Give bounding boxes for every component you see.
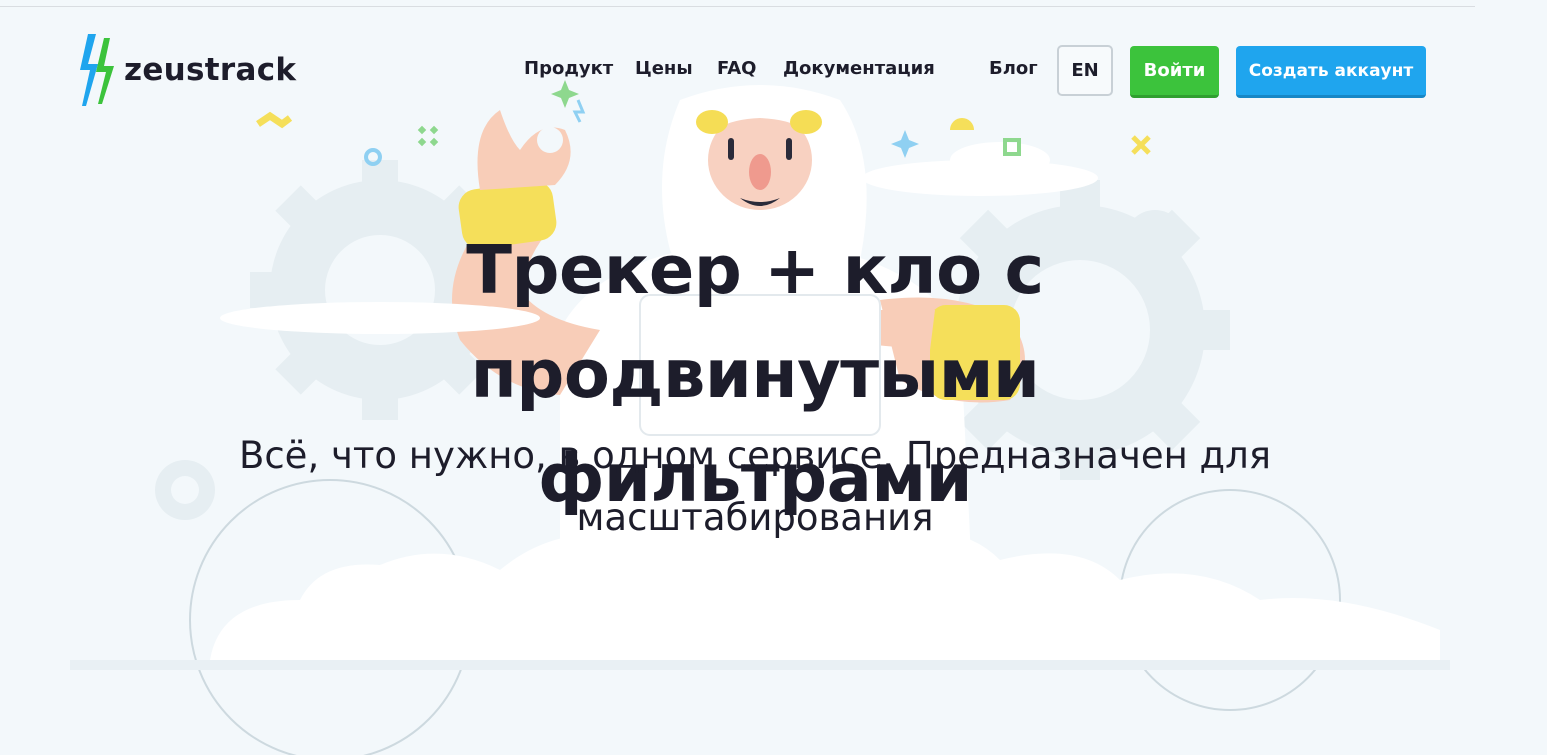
nav-item-docs[interactable]: Документация: [783, 58, 935, 79]
hero-subtitle-line-2: масштабирования: [576, 496, 934, 539]
nav-item-product[interactable]: Продукт: [524, 58, 613, 79]
nav-item-pricing[interactable]: Цены: [635, 58, 693, 79]
language-switch-button[interactable]: EN: [1057, 45, 1113, 96]
lightning-bolt-icon: [80, 34, 114, 106]
brand-name: zeustrack: [124, 52, 297, 88]
hero-subtitle-line-1: Всё, что нужно, в одном сервисе. Предназ…: [238, 434, 1272, 477]
create-account-button[interactable]: Создать аккаунт: [1236, 46, 1426, 98]
site-header: zeustrack Продукт Цены FAQ Документация …: [0, 0, 1547, 110]
logo[interactable]: zeustrack: [76, 34, 296, 106]
login-button[interactable]: Войти: [1130, 46, 1219, 98]
nav-item-faq[interactable]: FAQ: [717, 58, 756, 79]
hero-title-line-1: Трекер + кло с продвинутыми: [466, 231, 1044, 413]
nav-item-blog[interactable]: Блог: [989, 58, 1038, 79]
hero-subtitle: Всё, что нужно, в одном сервисе. Предназ…: [180, 425, 1330, 549]
